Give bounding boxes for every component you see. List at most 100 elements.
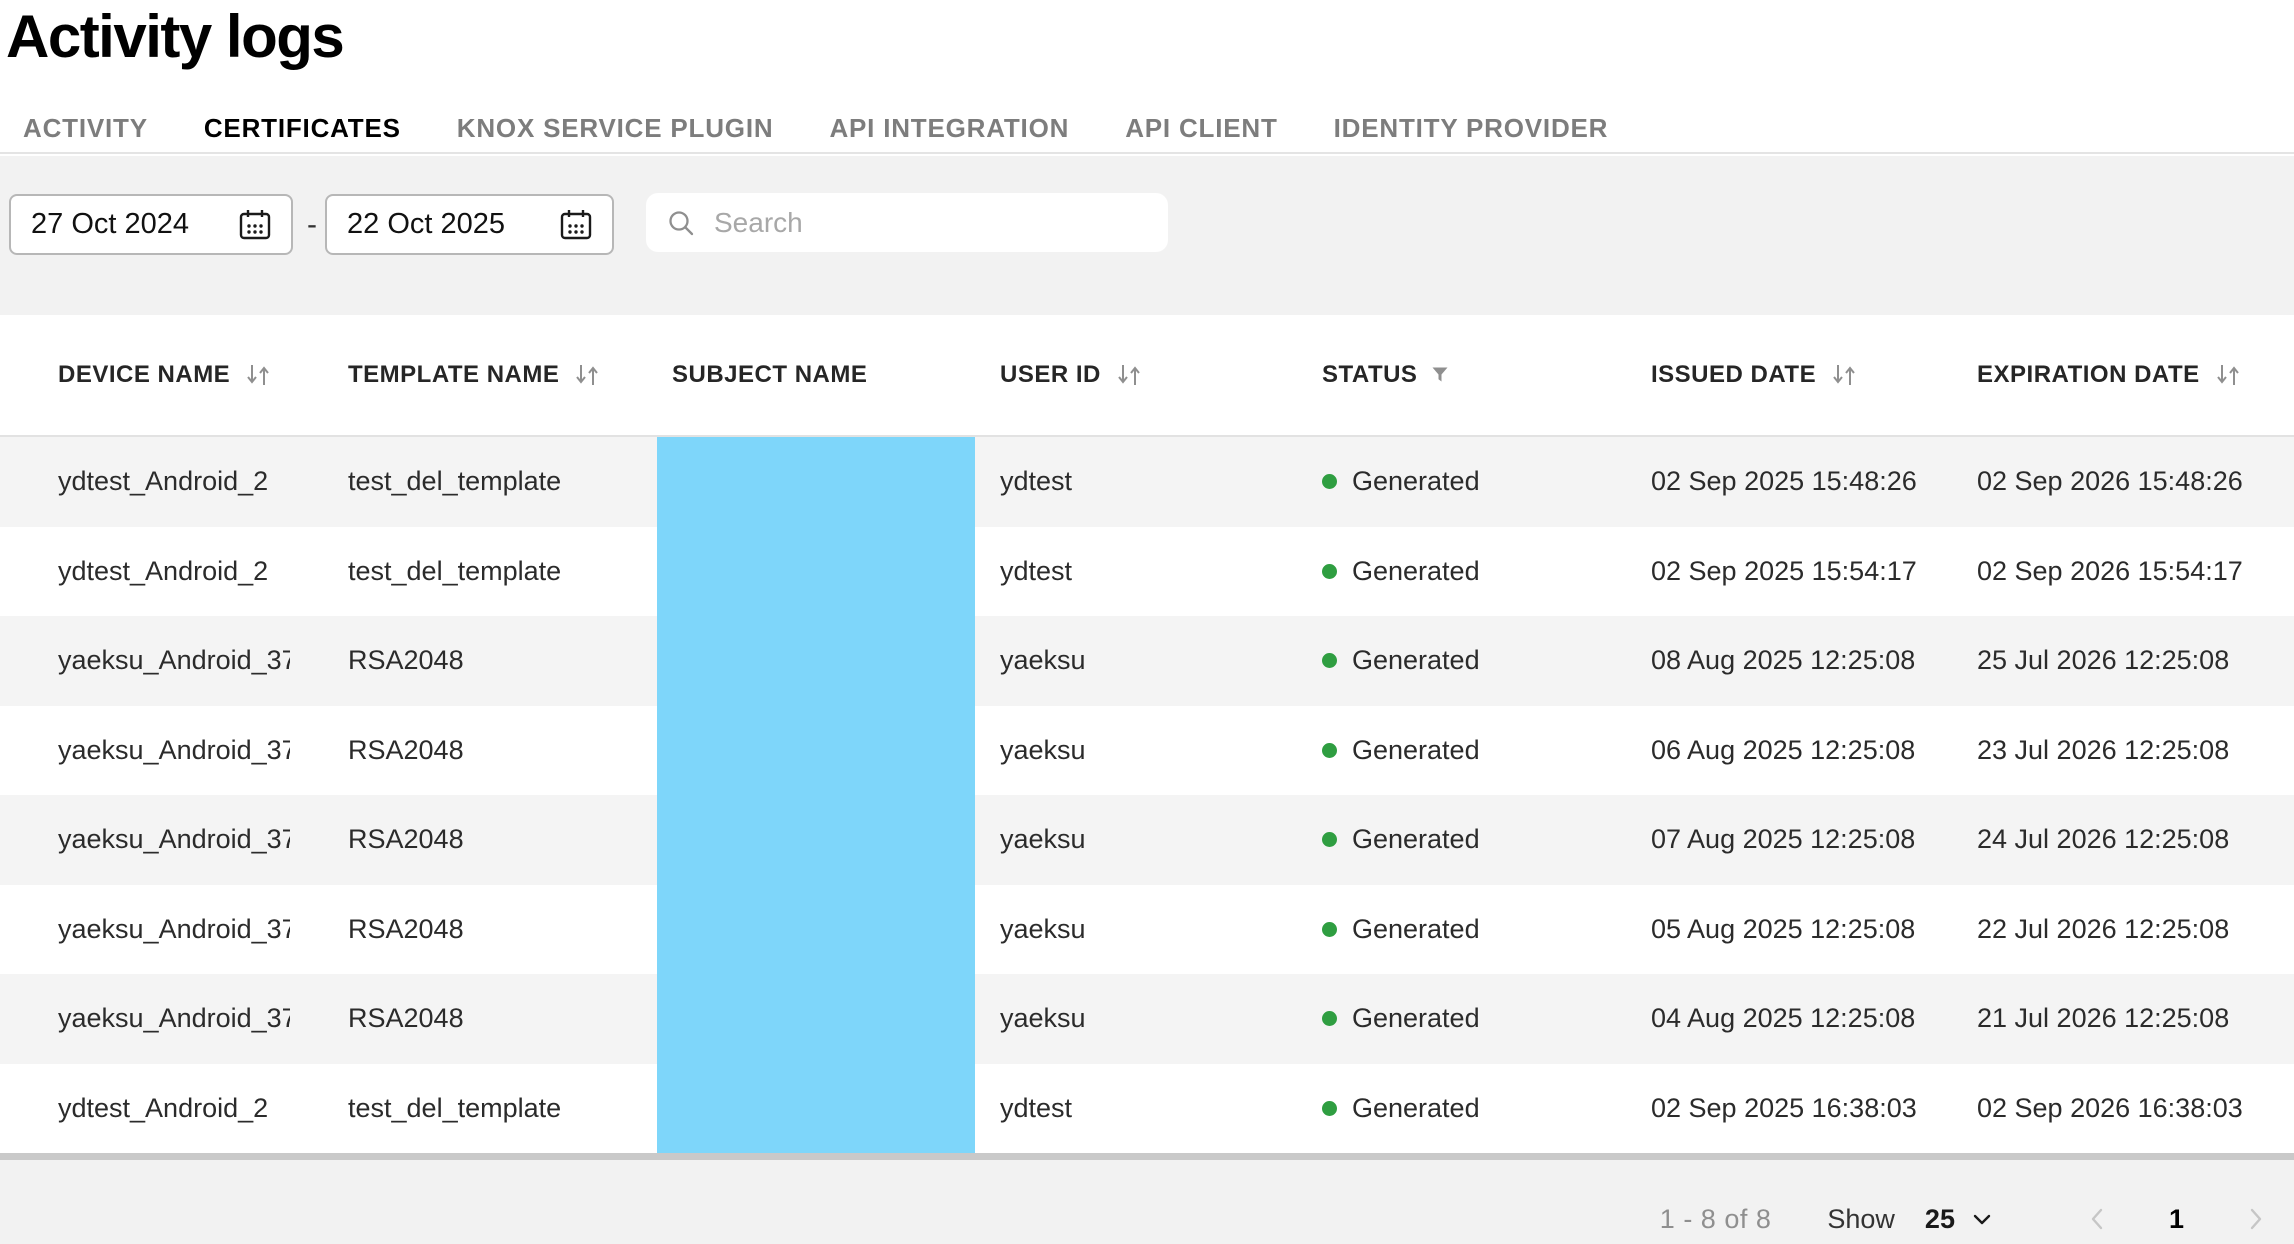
table-row[interactable]: yaeksu_Android_37 RSA2048 yaeksu Generat… — [0, 616, 2294, 706]
column-header-user-id[interactable]: USER ID — [942, 361, 1264, 389]
issued-date-cell: 02 Sep 2025 15:54:17 — [1593, 556, 1919, 587]
issued-date-cell: 02 Sep 2025 16:38:03 — [1593, 1093, 1919, 1124]
template-name-cell: test_del_template — [290, 1093, 614, 1124]
column-header-subject-name: SUBJECT NAME — [614, 361, 942, 389]
status-cell: Generated — [1264, 824, 1593, 855]
table-row[interactable]: yaeksu_Android_37 RSA2048 yaeksu Generat… — [0, 885, 2294, 975]
show-label: Show — [1827, 1204, 1895, 1235]
chevron-right-icon — [2242, 1206, 2268, 1232]
status-cell: Generated — [1264, 466, 1593, 497]
subject-name-redaction-overlay — [657, 437, 975, 1153]
date-to-input[interactable] — [347, 208, 517, 241]
date-range-separator: - — [299, 194, 325, 255]
table-row[interactable]: yaeksu_Android_37 RSA2048 yaeksu Generat… — [0, 706, 2294, 796]
calendar-icon[interactable] — [237, 207, 273, 243]
sort-icon[interactable] — [573, 361, 601, 389]
device-name-cell: ydtest_Android_2 — [0, 556, 290, 587]
search-input[interactable] — [714, 207, 1148, 239]
tab-knox-service-plugin[interactable]: KNOX SERVICE PLUGIN — [457, 113, 774, 144]
expiration-date-cell: 02 Sep 2026 15:48:26 — [1919, 466, 2294, 497]
table-row[interactable]: ydtest_Android_2 test_del_template ydtes… — [0, 527, 2294, 617]
tab-api-client[interactable]: API CLIENT — [1125, 113, 1277, 144]
table-row[interactable]: ydtest_Android_2 test_del_template ydtes… — [0, 437, 2294, 527]
expiration-date-cell: 24 Jul 2026 12:25:08 — [1919, 824, 2294, 855]
search-field[interactable] — [646, 193, 1168, 252]
status-cell: Generated — [1264, 556, 1593, 587]
device-name-cell: yaeksu_Android_37 — [0, 914, 290, 945]
date-from-field[interactable] — [9, 194, 293, 255]
issued-date-cell: 07 Aug 2025 12:25:08 — [1593, 824, 1919, 855]
user-id-cell: yaeksu — [942, 914, 1264, 945]
template-name-cell: test_del_template — [290, 556, 614, 587]
sort-icon[interactable] — [1830, 361, 1858, 389]
tab-activity[interactable]: ACTIVITY — [23, 113, 148, 144]
column-header-status[interactable]: STATUS — [1264, 361, 1593, 389]
expiration-date-cell: 21 Jul 2026 12:25:08 — [1919, 1003, 2294, 1034]
status-cell: Generated — [1264, 645, 1593, 676]
date-to-field[interactable] — [325, 194, 614, 255]
device-name-cell: ydtest_Android_2 — [0, 466, 290, 497]
user-id-cell: yaeksu — [942, 1003, 1264, 1034]
device-name-cell: yaeksu_Android_37 — [0, 735, 290, 766]
sort-icon[interactable] — [2214, 361, 2242, 389]
expiration-date-cell: 23 Jul 2026 12:25:08 — [1919, 735, 2294, 766]
sort-icon[interactable] — [1115, 361, 1143, 389]
horizontal-scrollbar[interactable] — [0, 1153, 2294, 1160]
page-number[interactable]: 1 — [2169, 1204, 2184, 1235]
column-header-issued-date[interactable]: ISSUED DATE — [1593, 361, 1919, 389]
column-header-template-name[interactable]: TEMPLATE NAME — [290, 361, 614, 389]
pagination-bar: 1 - 8 of 8 Show 25 1 — [1660, 1194, 2268, 1244]
search-icon — [666, 208, 696, 238]
status-cell: Generated — [1264, 735, 1593, 766]
user-id-cell: ydtest — [942, 556, 1264, 587]
chevron-left-icon — [2085, 1206, 2111, 1232]
expiration-date-cell: 22 Jul 2026 12:25:08 — [1919, 914, 2294, 945]
tab-certificates[interactable]: CERTIFICATES — [204, 113, 401, 144]
user-id-cell: yaeksu — [942, 824, 1264, 855]
page-size-dropdown[interactable]: 25 — [1925, 1204, 1993, 1235]
expiration-date-cell: 25 Jul 2026 12:25:08 — [1919, 645, 2294, 676]
table-row[interactable]: yaeksu_Android_37 RSA2048 yaeksu Generat… — [0, 795, 2294, 885]
template-name-cell: RSA2048 — [290, 824, 614, 855]
pagination-range: 1 - 8 of 8 — [1660, 1204, 1772, 1235]
issued-date-cell: 05 Aug 2025 12:25:08 — [1593, 914, 1919, 945]
tab-identity-provider[interactable]: IDENTITY PROVIDER — [1334, 113, 1609, 144]
device-name-cell: yaeksu_Android_37 — [0, 645, 290, 676]
calendar-icon[interactable] — [558, 207, 594, 243]
issued-date-cell: 02 Sep 2025 15:48:26 — [1593, 466, 1919, 497]
expiration-date-cell: 02 Sep 2026 16:38:03 — [1919, 1093, 2294, 1124]
status-dot — [1322, 653, 1337, 668]
column-header-expiration-date[interactable]: EXPIRATION DATE — [1919, 361, 2294, 389]
table-row[interactable]: ydtest_Android_2 test_del_template ydtes… — [0, 1064, 2294, 1154]
template-name-cell: test_del_template — [290, 466, 614, 497]
table-row[interactable]: yaeksu_Android_37 RSA2048 yaeksu Generat… — [0, 974, 2294, 1064]
column-header-device-name[interactable]: DEVICE NAME — [0, 361, 290, 389]
device-name-cell: yaeksu_Android_37 — [0, 1003, 290, 1034]
template-name-cell: RSA2048 — [290, 1003, 614, 1034]
date-from-input[interactable] — [31, 208, 201, 241]
template-name-cell: RSA2048 — [290, 645, 614, 676]
certificates-table: DEVICE NAME TEMPLATE NAME SUBJECT NAME U… — [0, 315, 2294, 1160]
status-dot — [1322, 922, 1337, 937]
device-name-cell: ydtest_Android_2 — [0, 1093, 290, 1124]
content-area: - DEVICE NAME — [0, 156, 2294, 1244]
next-page-button[interactable] — [2242, 1206, 2268, 1232]
activity-logs-page: Activity logs ACTIVITY CERTIFICATES KNOX… — [0, 0, 2294, 1244]
status-dot — [1322, 832, 1337, 847]
status-dot — [1322, 474, 1337, 489]
user-id-cell: ydtest — [942, 466, 1264, 497]
template-name-cell: RSA2048 — [290, 735, 614, 766]
previous-page-button[interactable] — [2085, 1206, 2111, 1232]
status-dot — [1322, 564, 1337, 579]
status-cell: Generated — [1264, 1003, 1593, 1034]
device-name-cell: yaeksu_Android_37 — [0, 824, 290, 855]
chevron-down-icon — [1971, 1208, 1993, 1230]
issued-date-cell: 04 Aug 2025 12:25:08 — [1593, 1003, 1919, 1034]
filter-icon[interactable] — [1431, 366, 1449, 384]
table-header-row: DEVICE NAME TEMPLATE NAME SUBJECT NAME U… — [0, 315, 2294, 437]
status-dot — [1322, 1011, 1337, 1026]
issued-date-cell: 08 Aug 2025 12:25:08 — [1593, 645, 1919, 676]
sort-icon[interactable] — [244, 361, 272, 389]
tab-api-integration[interactable]: API INTEGRATION — [829, 113, 1069, 144]
status-dot — [1322, 1101, 1337, 1116]
